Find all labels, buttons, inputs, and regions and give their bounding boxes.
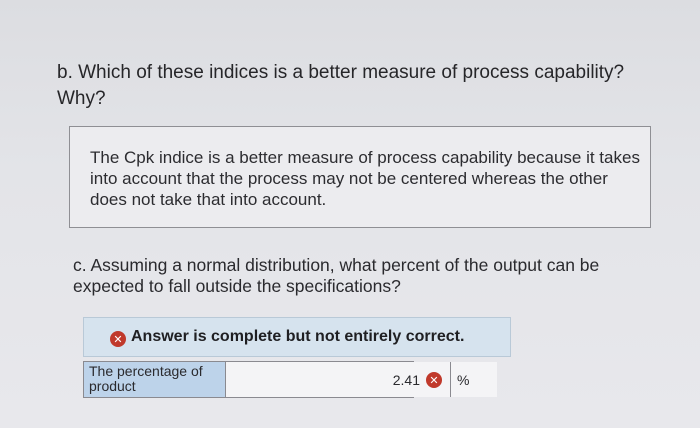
incorrect-x-icon: ✕ <box>426 372 442 388</box>
unit-cell: % <box>451 362 497 397</box>
row-label: The percentage of product <box>84 362 226 397</box>
answer-table: The percentage of product 2.41 ✕ % <box>83 361 497 398</box>
feedback-text: Answer is complete but not entirely corr… <box>131 328 465 345</box>
answer-b-box[interactable]: The Cpk indice is a better measure of pr… <box>69 126 651 228</box>
answer-b-text: The Cpk indice is a better measure of pr… <box>90 148 640 209</box>
answer-value-field[interactable]: 2.41 ✕ <box>226 362 451 397</box>
feedback-banner: ✕ Answer is complete but not entirely co… <box>83 317 511 357</box>
question-b: b. Which of these indices is a better me… <box>57 62 625 109</box>
question-c: c. Assuming a normal distribution, what … <box>73 255 600 296</box>
incorrect-x-icon: ✕ <box>110 331 126 347</box>
unit-label: % <box>457 372 470 388</box>
answer-value: 2.41 <box>392 372 420 388</box>
